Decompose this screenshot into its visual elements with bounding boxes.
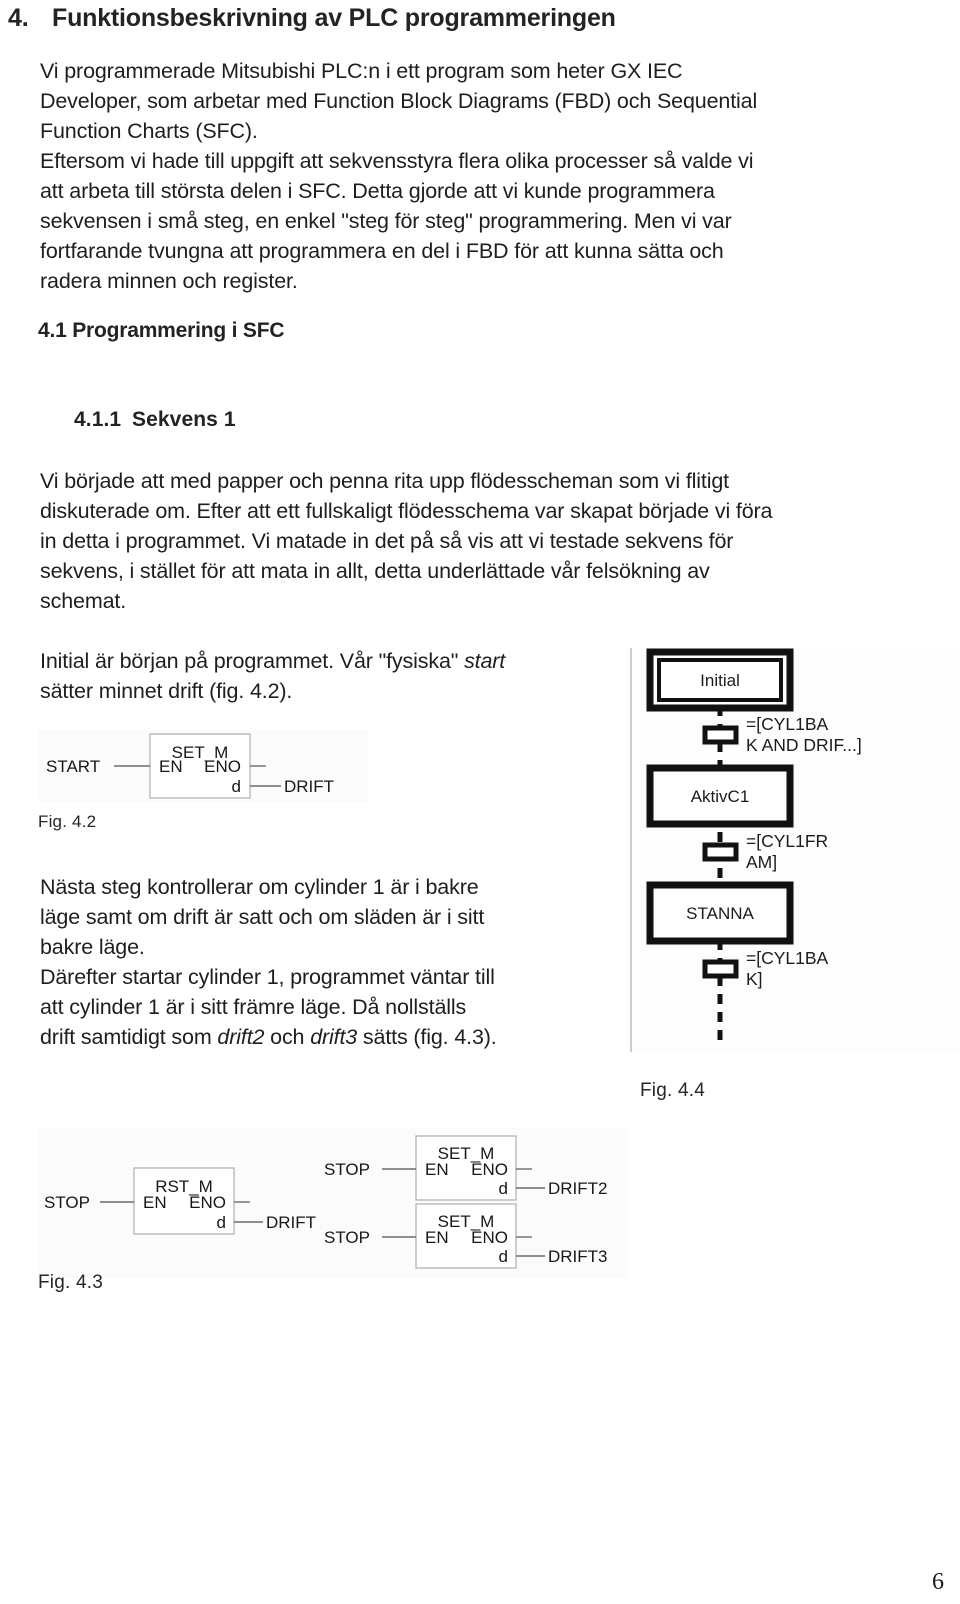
figure-4-2-diagram: SET_M EN ENO d START DRIFT [38,730,368,802]
sfc-step-stanna-label: STANNA [686,904,754,923]
set-m-bottom-input-label: STOP [324,1228,370,1247]
initial-line-1-emphasis: start [464,649,506,673]
section-heading-4-1-1-text: Sekvens 1 [132,408,236,431]
nasta-line-4: Därefter startar cylinder 1, programmet … [40,965,495,989]
nasta-line-2: läge samt om drift är satt och om släden… [40,905,485,929]
rst-m-d-label: d [217,1213,226,1232]
sekvens1-line-3: in detta i programmet. Vi matade in det … [40,529,734,553]
set-m-top-d-label: d [499,1179,508,1198]
intro-line-8: radera minnen och register. [40,269,298,293]
set-m-d-label: d [232,777,241,796]
nasta-line-6: drift samtidigt som drift2 och drift3 sä… [40,1022,630,1052]
nasta-line-6-text-c: sätts (fig. 4.3). [357,1025,497,1049]
figure-4-3-caption: Fig. 4.3 [38,1272,103,1293]
sfc-transition-2-line2: AM] [746,852,777,872]
sekvens1-line-2: diskuterade om. Efter att ett fullskalig… [40,499,773,523]
document-page: 4. Funktionsbeskrivning av PLC programmer… [0,0,960,1604]
sekvens1-line-5: schemat. [40,589,127,613]
intro-line-4: Eftersom vi hade till uppgift att sekven… [40,149,754,173]
set-m-top-eno-label: ENO [471,1160,508,1179]
intro-line-3: Function Charts (SFC). [40,119,258,143]
initial-line-2: sätter minnet drift (fig. 4.2). [40,679,293,703]
page-number: 6 [932,1569,944,1595]
set-m-bottom-d-label: d [499,1247,508,1266]
section-heading-4-1-1: 4.1.1 Sekvens 1 [74,408,236,432]
nasta-line-1: Nästa steg kontrollerar om cylinder 1 är… [40,875,479,899]
initial-line-1-text: Initial är början på programmet. Vår "fy… [40,649,465,673]
sekvens1-paragraph: Vi började att med papper och penna rita… [40,466,940,616]
sfc-transition-3-bar [702,959,739,979]
figure-4-3-svg: RST_M EN ENO d STOP DRIFT SET_M EN ENO d… [44,1135,608,1269]
figure-4-4-caption: Fig. 4.4 [640,1080,705,1101]
figure-4-2-svg: SET_M EN ENO d START DRIFT [46,733,334,799]
page-title-number: 4. [8,4,29,32]
figure-4-2-output-label: DRIFT [284,777,334,796]
initial-line-1: Initial är början på programmet. Vår "fy… [40,646,620,676]
sfc-transition-2-line1: =[CYL1FR [746,831,828,851]
sfc-step-initial-label: Initial [700,671,740,690]
nasta-line-3: bakre läge. [40,935,145,959]
intro-line-5: att arbeta till största delen i SFC. Det… [40,179,715,203]
nasta-line-6-emphasis-1: drift2 [217,1025,265,1049]
rst-m-eno-label: ENO [189,1193,226,1212]
sfc-transition-2-bar [702,842,739,862]
figure-4-4-diagram: Initial =[CYL1BA K AND DRIF...] AktivC1 … [630,648,960,1052]
rst-m-output-label: DRIFT [266,1213,316,1232]
set-m-eno-label: ENO [204,757,241,776]
nasta-line-6-emphasis-2: drift3 [310,1025,358,1049]
sfc-transition-1-line2: K AND DRIF...] [746,735,862,755]
intro-line-2: Developer, som arbetar med Function Bloc… [40,89,758,113]
set-m-bottom-output-label: DRIFT3 [548,1247,608,1266]
set-m-top-en-label: EN [425,1160,449,1179]
initial-paragraph: Initial är början på programmet. Vår "fy… [40,646,620,706]
set-m-en-label: EN [159,757,183,776]
set-m-bottom-eno-label: ENO [471,1228,508,1247]
section-heading-4-1-1-number: 4.1.1 [74,408,122,431]
sfc-transition-3-line2: K] [746,969,763,989]
nasta-line-5: att cylinder 1 är i sitt främre läge. Då… [40,995,467,1019]
sfc-transition-1-line1: =[CYL1BA [746,714,829,734]
nasta-line-6-text-b: och [264,1025,311,1049]
rst-m-en-label: EN [143,1193,167,1212]
figure-4-3-diagram: RST_M EN ENO d STOP DRIFT SET_M EN ENO d… [38,1128,628,1278]
intro-line-7: fortfarande tvungna att programmera en d… [40,239,724,263]
figure-4-2-caption: Fig. 4.2 [38,812,97,831]
sfc-transition-1-bar [702,725,739,745]
set-m-bottom-en-label: EN [425,1228,449,1247]
sekvens1-line-1: Vi började att med papper och penna rita… [40,469,730,493]
page-title-text: Funktionsbeskrivning av PLC programmerin… [52,4,616,32]
set-m-top-input-label: STOP [324,1160,370,1179]
intro-line-6: sekvensen i små steg, en enkel "steg för… [40,209,732,233]
sfc-step-aktivc1-label: AktivC1 [691,787,750,806]
intro-paragraph: Vi programmerade Mitsubishi PLC:n i ett … [40,56,930,296]
nasta-steg-paragraph: Nästa steg kontrollerar om cylinder 1 är… [40,872,630,1052]
sekvens1-line-4: sekvens, i stället för att mata in allt,… [40,559,710,583]
set-m-top-output-label: DRIFT2 [548,1179,608,1198]
page-title: 4. Funktionsbeskrivning av PLC programmer… [8,4,908,33]
intro-line-1: Vi programmerade Mitsubishi PLC:n i ett … [40,59,683,83]
nasta-line-6-text-a: drift samtidigt som [40,1025,218,1049]
rst-m-input-label: STOP [44,1193,90,1212]
figure-4-2-input-label: START [46,757,100,776]
section-heading-4-1: 4.1 Programmering i SFC [38,319,285,342]
sfc-transition-3-line1: =[CYL1BA [746,948,829,968]
figure-4-4-svg: Initial =[CYL1BA K AND DRIF...] AktivC1 … [646,648,862,1048]
